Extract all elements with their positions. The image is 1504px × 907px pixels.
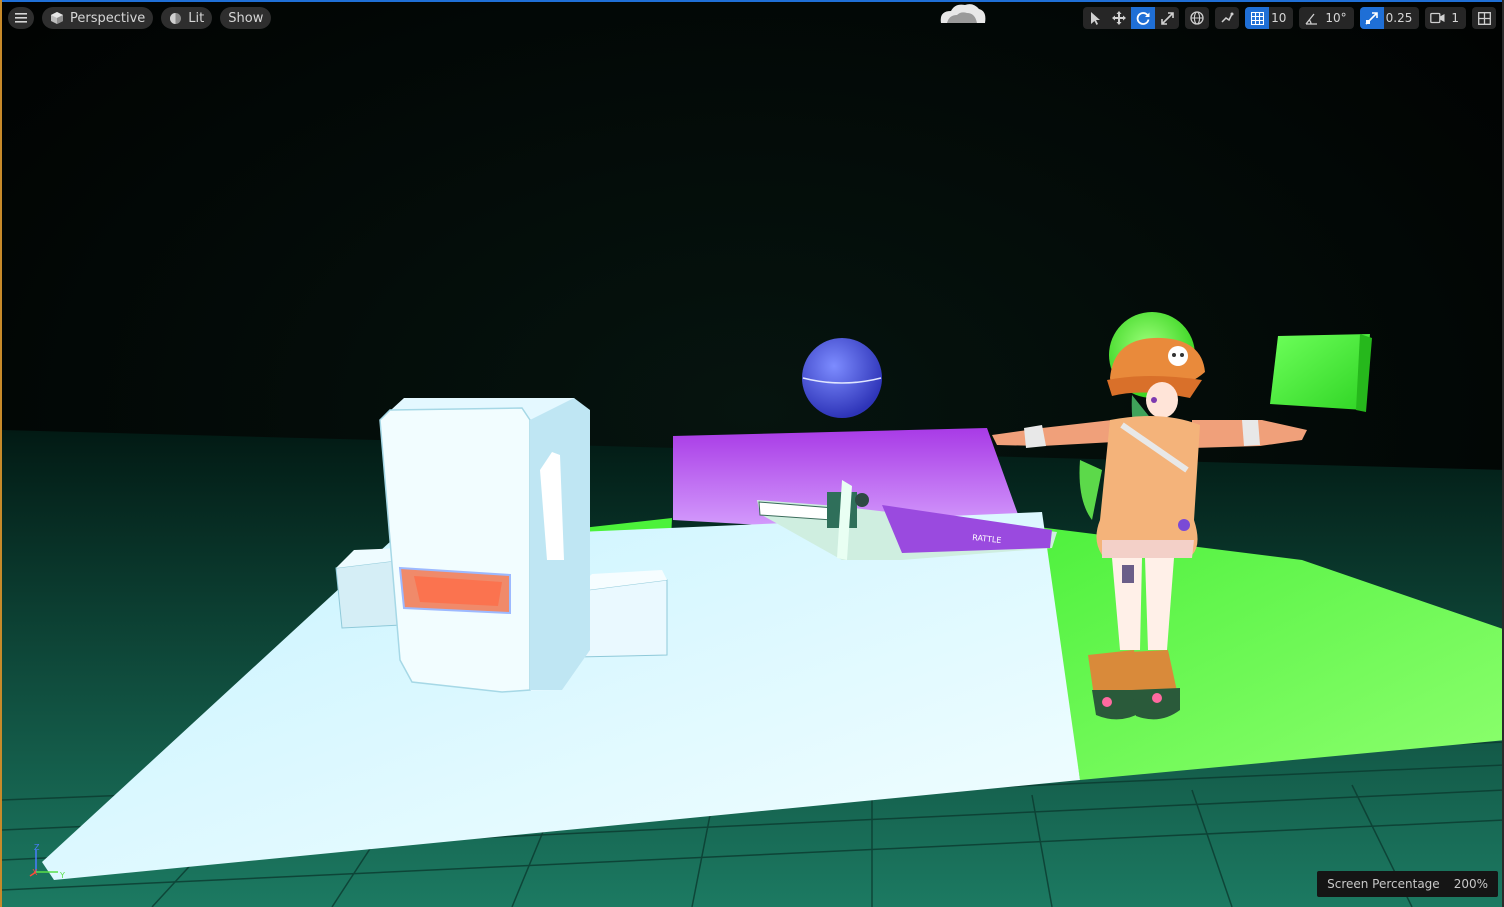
- screen-percentage-readout: Screen Percentage 200%: [1317, 871, 1498, 897]
- scale-snap-value[interactable]: 0.25: [1384, 11, 1420, 25]
- view-mode-label: Perspective: [70, 10, 146, 26]
- lighting-mode-button[interactable]: Lit: [161, 7, 213, 29]
- scene-render[interactable]: RATTLE: [2, 0, 1504, 907]
- screen-percentage-value: 200%: [1453, 877, 1488, 891]
- view-mode-button[interactable]: Perspective: [42, 7, 154, 29]
- hamburger-icon: [15, 13, 27, 23]
- grid-icon: [1250, 11, 1264, 25]
- axis-gizmo: Z Y X: [29, 843, 65, 880]
- axis-z-label: Z: [34, 843, 40, 852]
- screen-percentage-label: Screen Percentage: [1327, 877, 1440, 891]
- show-flags-label: Show: [228, 10, 264, 26]
- camera-speed-value[interactable]: 1: [1449, 11, 1466, 25]
- scale-snap-icon: [1365, 11, 1378, 25]
- globe-icon: [1190, 11, 1204, 25]
- lit-sphere-icon: [170, 12, 182, 24]
- translate-tool-button[interactable]: [1107, 7, 1131, 29]
- level-viewport[interactable]: RATTLE Perspective Lit Show 10 10° 0.25 …: [0, 0, 1504, 907]
- lighting-mode-label: Lit: [188, 10, 205, 26]
- scale-snap-toggle[interactable]: [1359, 7, 1384, 29]
- move-arrows-icon: [1112, 11, 1127, 25]
- world-space-button[interactable]: [1185, 7, 1209, 29]
- angle-icon: [1305, 13, 1317, 25]
- surface-snap-group: [1215, 7, 1240, 29]
- surface-snap-icon: [1221, 12, 1234, 23]
- coordinate-space-group: [1185, 7, 1210, 29]
- axis-x-label: X: [32, 868, 38, 877]
- viewport-top-accent: [2, 0, 1502, 2]
- grid-snap-value[interactable]: 10: [1269, 11, 1293, 25]
- grid-snap-toggle[interactable]: [1245, 7, 1270, 29]
- blue-sphere[interactable]: [802, 338, 882, 418]
- green-cube[interactable]: [1270, 334, 1372, 412]
- camera-speed-group: 1: [1425, 7, 1466, 29]
- sky-sphere-cloud-icon: [940, 4, 986, 23]
- cube-icon: [51, 12, 63, 24]
- rotation-snap-toggle[interactable]: [1299, 7, 1323, 29]
- viewport-toolbar-right: 10 10° 0.25 1: [1083, 7, 1496, 29]
- layout-group: [1472, 7, 1496, 29]
- rotate-tool-button[interactable]: [1131, 7, 1156, 29]
- rotation-snap-group: 10°: [1299, 7, 1354, 29]
- transform-tools-group: [1083, 7, 1180, 29]
- viewport-options-button[interactable]: [8, 7, 34, 29]
- layout-grid-icon: [1477, 11, 1491, 25]
- camera-icon: [1430, 12, 1445, 24]
- grid-snap-group: 10: [1245, 7, 1294, 29]
- rotate-icon: [1136, 12, 1150, 25]
- axis-y-label: Y: [59, 871, 65, 880]
- scale-snap-group: 0.25: [1359, 7, 1420, 29]
- surface-snap-button[interactable]: [1215, 7, 1239, 29]
- scale-tool-button[interactable]: [1155, 7, 1179, 29]
- scale-icon: [1160, 11, 1174, 25]
- camera-speed-button[interactable]: [1425, 7, 1449, 29]
- viewport-toolbar-left: Perspective Lit Show: [8, 7, 272, 29]
- show-flags-button[interactable]: Show: [220, 7, 272, 29]
- rotation-snap-value[interactable]: 10°: [1323, 11, 1353, 25]
- select-tool-button[interactable]: [1083, 7, 1107, 29]
- cursor-arrow-icon: [1090, 11, 1100, 25]
- viewport-layout-button[interactable]: [1472, 7, 1496, 29]
